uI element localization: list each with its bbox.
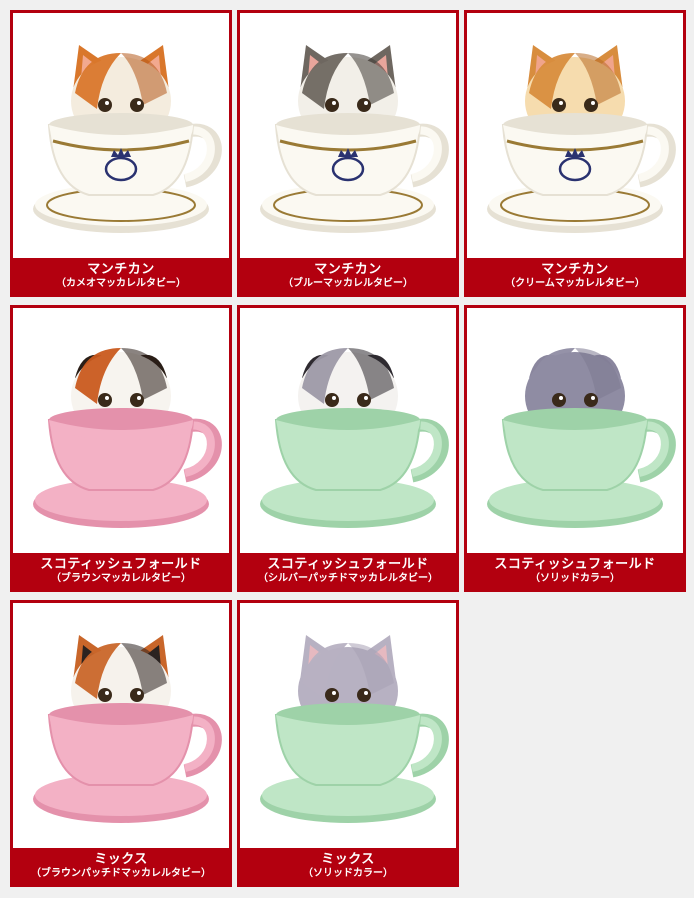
cat-in-cup-icon <box>260 635 449 823</box>
product-name: スコティッシュフォールド <box>40 557 202 572</box>
product-name: ミックス <box>321 852 375 867</box>
cat-eye-icon <box>325 688 339 702</box>
product-photo <box>13 603 229 848</box>
cat-eye-icon <box>325 393 339 407</box>
product-caption: ミックス （ブラウンパッチドマッカレルタビー） <box>13 848 229 884</box>
cat-eye-icon <box>584 393 598 407</box>
product-card[interactable]: ミックス （ブラウンパッチドマッカレルタビー） <box>10 600 232 887</box>
product-variant: （クリームマッカレルタビー） <box>505 278 645 289</box>
cat-eye-icon <box>98 98 112 112</box>
product-card[interactable]: ミックス （ソリッドカラー） <box>237 600 459 887</box>
product-caption: スコティッシュフォールド （シルバーパッチドマッカレルタビー） <box>240 553 456 589</box>
product-card[interactable]: スコティッシュフォールド （シルバーパッチドマッカレルタビー） <box>237 305 459 592</box>
product-variant: （ソリッドカラー） <box>303 868 393 879</box>
cat-in-cup-icon <box>260 45 449 233</box>
product-photo <box>240 603 456 848</box>
product-card[interactable]: マンチカン （カメオマッカレルタビー） <box>10 10 232 297</box>
product-variant: （ブラウンパッチドマッカレルタビー） <box>31 868 211 879</box>
product-card[interactable]: スコティッシュフォールド （ソリッドカラー） <box>464 305 686 592</box>
product-variant: （ソリッドカラー） <box>530 573 620 584</box>
cat-eye-icon <box>552 393 566 407</box>
product-variant: （シルバーパッチドマッカレルタビー） <box>258 573 438 584</box>
product-photo <box>13 308 229 553</box>
cat-eye-icon <box>357 688 371 702</box>
cat-eye-icon <box>325 98 339 112</box>
product-photo <box>467 13 683 258</box>
cat-eye-icon <box>130 393 144 407</box>
product-card[interactable]: マンチカン （クリームマッカレルタビー） <box>464 10 686 297</box>
cat-eye-icon <box>98 688 112 702</box>
cat-eye-icon <box>130 688 144 702</box>
cat-eye-icon <box>357 98 371 112</box>
cat-in-cup-icon <box>33 348 222 528</box>
product-name: マンチカン <box>541 262 609 277</box>
product-photo <box>13 13 229 258</box>
product-caption: マンチカン （カメオマッカレルタビー） <box>13 258 229 294</box>
product-name: マンチカン <box>314 262 382 277</box>
product-caption: マンチカン （ブルーマッカレルタビー） <box>240 258 456 294</box>
product-grid: マンチカン （カメオマッカレルタビー） マンチカン （ブルーマッカレルタビー） … <box>0 0 694 898</box>
cat-eye-icon <box>98 393 112 407</box>
cat-eye-icon <box>552 98 566 112</box>
product-caption: スコティッシュフォールド （ブラウンマッカレルタビー） <box>13 553 229 589</box>
product-name: マンチカン <box>87 262 155 277</box>
product-caption: マンチカン （クリームマッカレルタビー） <box>467 258 683 294</box>
cat-in-cup-icon <box>33 635 222 823</box>
cat-eye-icon <box>584 98 598 112</box>
product-name: スコティッシュフォールド <box>494 557 656 572</box>
product-name: ミックス <box>94 852 148 867</box>
product-photo <box>240 13 456 258</box>
product-caption: スコティッシュフォールド （ソリッドカラー） <box>467 553 683 589</box>
cat-in-cup-icon <box>260 348 449 528</box>
product-card[interactable]: マンチカン （ブルーマッカレルタビー） <box>237 10 459 297</box>
product-name: スコティッシュフォールド <box>267 557 429 572</box>
cat-in-cup-icon <box>487 45 676 233</box>
product-variant: （ブルーマッカレルタビー） <box>283 278 413 289</box>
product-card[interactable]: スコティッシュフォールド （ブラウンマッカレルタビー） <box>10 305 232 592</box>
product-photo <box>240 308 456 553</box>
cat-in-cup-icon <box>33 45 222 233</box>
product-photo <box>467 308 683 553</box>
cat-eye-icon <box>357 393 371 407</box>
cat-eye-icon <box>130 98 144 112</box>
product-variant: （ブラウンマッカレルタビー） <box>51 573 191 584</box>
product-variant: （カメオマッカレルタビー） <box>56 278 186 289</box>
product-caption: ミックス （ソリッドカラー） <box>240 848 456 884</box>
cat-in-cup-icon <box>487 348 676 528</box>
